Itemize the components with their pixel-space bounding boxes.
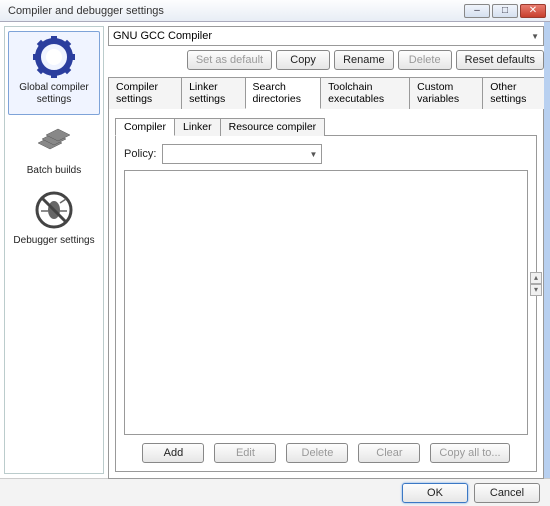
subtab-linker[interactable]: Linker	[174, 118, 221, 136]
delete-entry-button[interactable]: Delete	[286, 443, 348, 463]
scroll-sliver	[544, 22, 550, 478]
chevron-down-icon: ▼	[309, 150, 317, 159]
rename-button[interactable]: Rename	[334, 50, 394, 70]
titlebar: Compiler and debugger settings – □ ✕	[0, 0, 550, 22]
sidebar-item-global-compiler[interactable]: Global compiler settings	[8, 31, 100, 115]
sidebar: Global compiler settings Batch builds	[4, 26, 104, 474]
tab-custom-variables[interactable]: Custom variables	[409, 77, 483, 109]
window-buttons: – □ ✕	[464, 4, 546, 18]
main-tabs: Compiler settings Linker settings Search…	[108, 76, 544, 109]
sidebar-item-batch-builds[interactable]: Batch builds	[8, 115, 100, 185]
sidebar-item-label: Batch builds	[10, 165, 98, 177]
gear-icon	[30, 36, 78, 78]
policy-row: Policy: ▼	[124, 144, 528, 164]
spin-down-icon[interactable]: ▾	[530, 284, 542, 296]
reset-defaults-button[interactable]: Reset defaults	[456, 50, 544, 70]
window-title: Compiler and debugger settings	[4, 5, 464, 17]
directories-listbox[interactable]	[124, 170, 528, 435]
copy-button[interactable]: Copy	[276, 50, 330, 70]
copy-all-button[interactable]: Copy all to...	[430, 443, 509, 463]
spin-control[interactable]: ▴ ▾	[530, 272, 542, 296]
compiler-select-row: GNU GCC Compiler ▼	[108, 26, 544, 46]
tab-linker-settings[interactable]: Linker settings	[181, 77, 245, 109]
batch-icon	[30, 119, 78, 161]
main-panel: GNU GCC Compiler ▼ Set as default Copy R…	[106, 22, 550, 478]
cancel-button[interactable]: Cancel	[474, 483, 540, 503]
subtab-compiler[interactable]: Compiler	[115, 118, 175, 136]
sidebar-item-label: Debugger settings	[10, 235, 98, 247]
compiler-dropdown-value: GNU GCC Compiler	[113, 30, 212, 42]
subtab-resource-compiler[interactable]: Resource compiler	[220, 118, 326, 136]
sub-tabs: Compiler Linker Resource compiler	[115, 117, 537, 136]
delete-button[interactable]: Delete	[398, 50, 452, 70]
dialog-footer: OK Cancel	[0, 478, 550, 506]
chevron-down-icon: ▼	[531, 32, 539, 41]
ok-button[interactable]: OK	[402, 483, 468, 503]
tab-other-settings[interactable]: Other settings	[482, 77, 545, 109]
content-area: Global compiler settings Batch builds	[0, 22, 550, 478]
tab-search-directories[interactable]: Search directories	[245, 77, 322, 109]
add-button[interactable]: Add	[142, 443, 204, 463]
clear-button[interactable]: Clear	[358, 443, 420, 463]
list-buttons: Add Edit Delete Clear Copy all to...	[124, 443, 528, 463]
close-button[interactable]: ✕	[520, 4, 546, 18]
compiler-toolbar: Set as default Copy Rename Delete Reset …	[108, 50, 544, 70]
maximize-button[interactable]: □	[492, 4, 518, 18]
debugger-icon	[30, 189, 78, 231]
edit-button[interactable]: Edit	[214, 443, 276, 463]
tab-compiler-settings[interactable]: Compiler settings	[108, 77, 182, 109]
set-default-button[interactable]: Set as default	[187, 50, 272, 70]
compiler-dropdown[interactable]: GNU GCC Compiler ▼	[108, 26, 544, 46]
policy-label: Policy:	[124, 148, 156, 160]
tab-toolchain-executables[interactable]: Toolchain executables	[320, 77, 410, 109]
sub-panel: Policy: ▼ Add Edit Delete Clear Copy all…	[115, 136, 537, 472]
sidebar-item-debugger[interactable]: Debugger settings	[8, 185, 100, 255]
minimize-button[interactable]: –	[464, 4, 490, 18]
sidebar-item-label: Global compiler settings	[11, 82, 97, 106]
tab-panel: Compiler Linker Resource compiler Policy…	[108, 109, 544, 479]
policy-dropdown[interactable]: ▼	[162, 144, 322, 164]
spin-up-icon[interactable]: ▴	[530, 272, 542, 284]
